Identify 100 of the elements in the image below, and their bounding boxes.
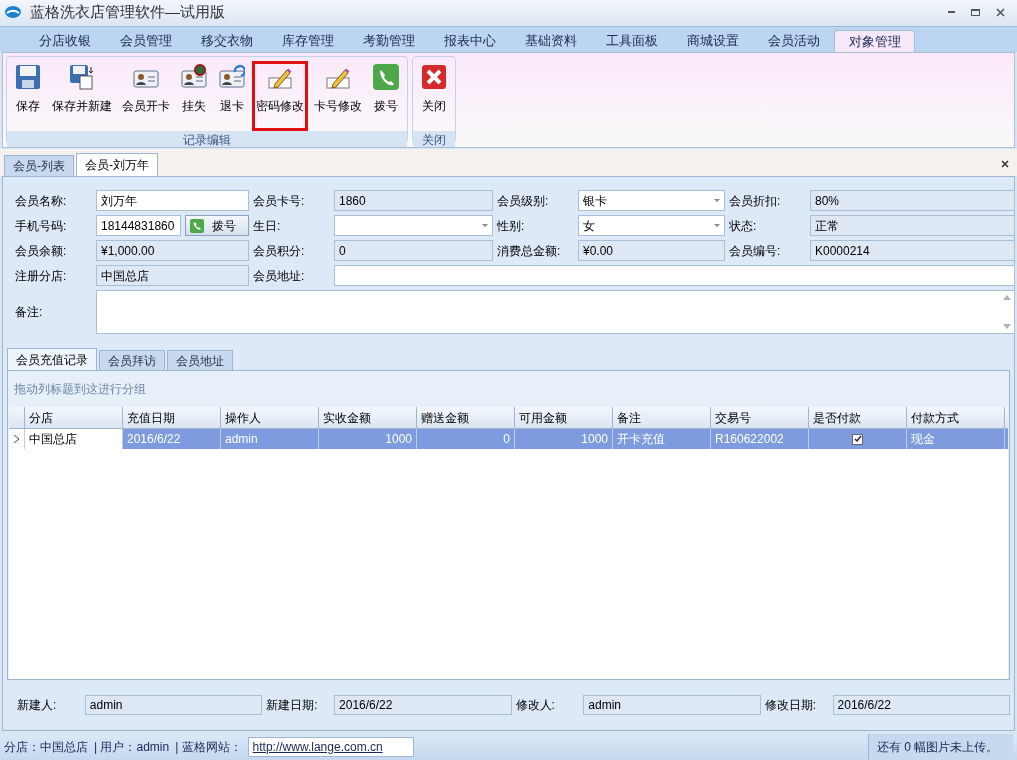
id-card-icon — [181, 64, 207, 90]
menu-tab[interactable]: 库存管理 — [267, 30, 348, 52]
readonly-field: 正常 — [810, 215, 1015, 236]
column-header[interactable]: 操作人 — [221, 407, 319, 428]
field-label: 会员级别: — [497, 192, 550, 210]
column-header[interactable]: 实收金额 — [319, 407, 417, 428]
readonly-field: K0000214 — [810, 240, 1015, 261]
close-icon — [421, 64, 447, 90]
field-label: 新建人: — [17, 697, 58, 714]
readonly-field: ¥1,000.00 — [96, 240, 249, 261]
readonly-field: 0 — [334, 240, 493, 261]
text-field[interactable] — [334, 265, 1015, 286]
app-logo-icon — [4, 5, 22, 19]
table-row[interactable]: 中国总店 2016/6/22 admin 1000 0 1000 开卡充值 R160622002 现金 — [9, 429, 1008, 449]
memo-field[interactable] — [96, 290, 1015, 334]
column-header[interactable]: 赠送金额 — [417, 407, 515, 428]
field-label: 会员名称: — [15, 192, 68, 210]
table-cell: 中国总店 — [25, 429, 123, 449]
readonly-field: 2016/6/22 — [832, 695, 1010, 715]
column-header[interactable]: 交易号 — [711, 407, 809, 428]
menu-tab[interactable]: 商城设置 — [672, 30, 753, 52]
close-icon[interactable] — [996, 7, 1005, 17]
readonly-field: ¥0.00 — [578, 240, 725, 261]
field-label: 手机号码: — [15, 217, 68, 235]
table-cell: 现金 — [907, 429, 1005, 449]
field-label: 会员余额: — [15, 242, 68, 260]
status-text: | 用户：admin — [94, 739, 170, 756]
column-header[interactable]: 付款方式 — [907, 407, 1005, 428]
section-tab[interactable]: 会员地址 — [167, 350, 233, 370]
column-header[interactable]: 充值日期 — [123, 407, 221, 428]
readonly-field: 2016/6/22 — [334, 695, 512, 715]
checkbox[interactable] — [852, 433, 863, 445]
field-label: 会员地址: — [253, 267, 306, 285]
ribbon-button[interactable]: 拨号 — [368, 61, 404, 131]
menu-tab[interactable]: 会员活动 — [753, 30, 834, 52]
table-cell: 1000 — [515, 429, 613, 449]
field-label: 性别: — [497, 217, 526, 235]
field-label: 会员折扣: — [729, 192, 782, 210]
text-field[interactable]: 18144831860 — [96, 215, 181, 236]
field-label: 生日: — [253, 217, 282, 235]
column-header[interactable]: 备注 — [613, 407, 711, 428]
menu-tab[interactable]: 基础资料 — [510, 30, 591, 52]
phone-icon — [373, 64, 399, 90]
menu-tab[interactable]: 移交衣物 — [186, 30, 267, 52]
ribbon-button[interactable]: 挂失 — [176, 61, 212, 131]
column-header[interactable]: 分店 — [25, 407, 123, 428]
window-title: 蓝格洗衣店管理软件—试用版 — [30, 1, 225, 22]
ribbon-button[interactable]: 保存 — [10, 61, 46, 131]
status-text: | 蓝格网站： — [175, 739, 242, 756]
dropdown-field[interactable] — [334, 215, 493, 236]
group-title: 关闭 — [413, 131, 455, 147]
readonly-field: admin — [583, 695, 761, 715]
dial-button[interactable]: 拨号 — [185, 215, 249, 236]
group-hint: 拖动列标题到这进行分组 — [13, 381, 147, 398]
ribbon-button[interactable]: 会员开卡 — [118, 61, 174, 131]
dropdown-arrow-icon — [714, 199, 720, 202]
status-text: 分店：中国总店 — [4, 739, 88, 756]
maximize-icon[interactable] — [971, 8, 980, 16]
menu-tab[interactable]: 会员管理 — [105, 30, 186, 52]
menu-tab[interactable]: 工具面板 — [591, 30, 672, 52]
upload-status: 还有 0 幅图片未上传。 — [868, 734, 1013, 760]
phone-icon — [190, 218, 204, 233]
field-label: 会员卡号: — [253, 192, 306, 210]
table-cell: R160622002 — [711, 429, 809, 449]
menu-tab[interactable]: 分店收银 — [24, 30, 105, 52]
table-cell: 开卡充值 — [613, 429, 711, 449]
table-cell: 0 — [417, 429, 515, 449]
column-header[interactable]: 可用金额 — [515, 407, 613, 428]
field-label: 会员积分: — [253, 242, 306, 260]
readonly-field: admin — [84, 695, 263, 715]
ribbon-button[interactable]: 卡号修改 — [310, 61, 366, 131]
website-link[interactable]: http://www.lange.com.cn — [247, 737, 414, 757]
field-label: 注册分店: — [15, 267, 68, 285]
ribbon-button[interactable]: 密码修改 — [252, 61, 308, 131]
column-header[interactable]: 是否付款 — [809, 407, 907, 428]
dropdown-field[interactable]: 女 — [578, 215, 725, 236]
field-label: 备注: — [15, 304, 44, 321]
menu-tab[interactable]: 报表中心 — [429, 30, 510, 52]
ribbon-button[interactable]: 保存并新建 — [48, 61, 116, 131]
ribbon-button[interactable]: 关闭 — [416, 61, 452, 131]
table-cell: 1000 — [319, 429, 417, 449]
readonly-field: 1860 — [334, 190, 493, 211]
ribbon-button[interactable]: 退卡 — [214, 61, 250, 131]
menu-tab[interactable]: 对象管理 — [834, 30, 915, 52]
section-tab[interactable]: 会员充值记录 — [7, 348, 97, 370]
dropdown-arrow-icon — [482, 224, 488, 227]
section-tab[interactable]: 会员拜访 — [99, 350, 165, 370]
field-label: 状态: — [729, 217, 758, 235]
document-tab[interactable]: 会员-列表 — [4, 155, 74, 176]
field-label: 新建日期: — [266, 697, 319, 714]
group-title: 记录编辑 — [7, 131, 407, 147]
close-icon[interactable] — [1001, 160, 1009, 168]
dropdown-field[interactable]: 银卡 — [578, 190, 725, 211]
floppy-disk-icon — [69, 64, 95, 90]
row-pointer-icon — [14, 435, 19, 443]
table-cell: 2016/6/22 — [123, 429, 221, 449]
menu-tab[interactable]: 考勤管理 — [348, 30, 429, 52]
document-tab[interactable]: 会员-刘万年 — [76, 153, 158, 176]
dropdown-arrow-icon — [714, 224, 720, 227]
text-field[interactable]: 刘万年 — [96, 190, 249, 211]
